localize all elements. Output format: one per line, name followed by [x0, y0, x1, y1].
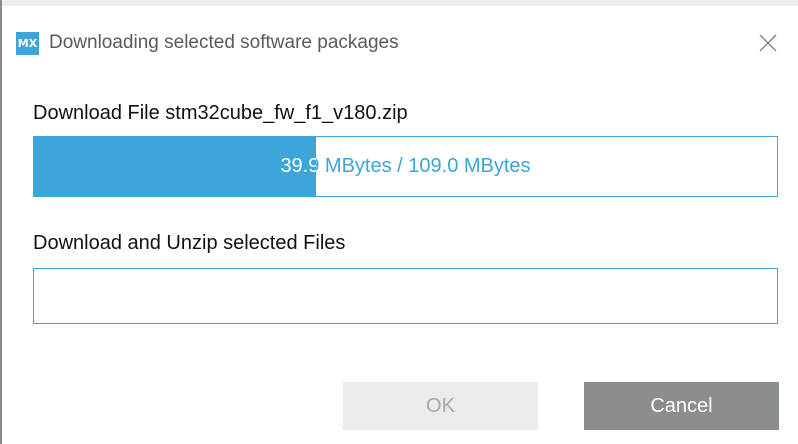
unzip-files-label: Download and Unzip selected Files — [33, 232, 346, 254]
download-dialog: MX Downloading selected software package… — [2, 6, 798, 444]
close-button[interactable] — [750, 28, 786, 58]
stm32cubemx-logo-icon: MX — [16, 32, 39, 55]
download-file-label: Download File stm32cube_fw_f1_v180.zip — [33, 102, 408, 124]
title-bar: MX Downloading selected software package… — [2, 6, 798, 76]
download-progress-bar: 39.9 MBytes / 109.0 MBytes 39.9 MBytes /… — [33, 136, 778, 197]
download-progress-text-overlay: 39.9 MBytes / 109.0 MBytes — [34, 137, 316, 196]
cancel-button[interactable]: Cancel — [584, 382, 779, 430]
download-progress-text-inverted: 39.9 MBytes / 109.0 MBytes — [280, 155, 317, 177]
unzip-progress-bar — [33, 268, 778, 324]
dialog-title: Downloading selected software packages — [49, 32, 399, 53]
ok-button[interactable]: OK — [343, 382, 538, 430]
close-icon — [759, 34, 777, 52]
